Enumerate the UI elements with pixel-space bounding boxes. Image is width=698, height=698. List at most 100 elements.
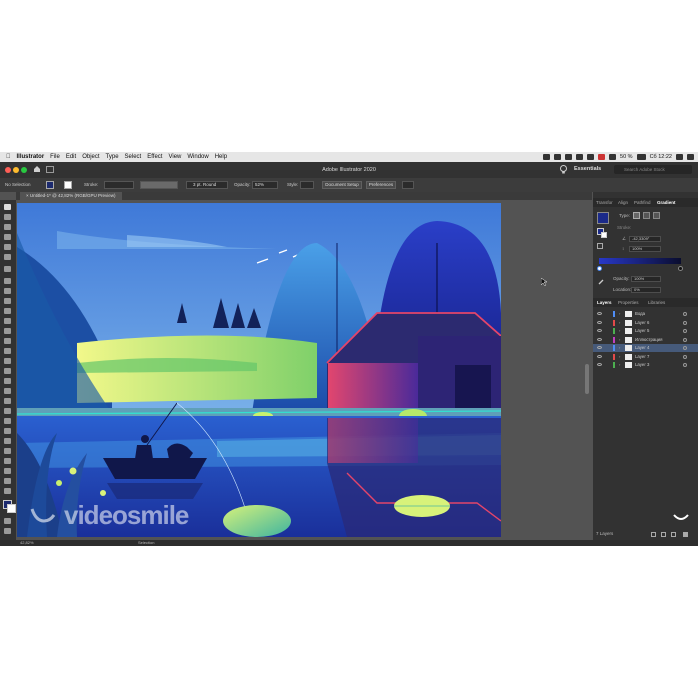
layer-row[interactable]: › Вода: [593, 310, 698, 318]
apple-icon[interactable]: : [6, 154, 11, 160]
brush-icon[interactable]: [4, 298, 11, 304]
menu-help[interactable]: Help: [215, 154, 227, 160]
variable-width-profile[interactable]: [140, 181, 178, 189]
status-icon[interactable]: [554, 154, 562, 160]
brush-definition[interactable]: 3 pt. Round: [186, 181, 228, 189]
visibility-eye-icon[interactable]: [597, 329, 602, 332]
gradient-stop-start[interactable]: [597, 266, 602, 271]
preferences-button[interactable]: Preferences: [366, 181, 396, 189]
stroke-active-swatch[interactable]: [601, 232, 607, 238]
layer-row[interactable]: › Layer 5: [593, 327, 698, 335]
target-circle-icon[interactable]: [683, 354, 687, 359]
zoom-level[interactable]: 42,82%: [20, 540, 34, 545]
search-icon[interactable]: [676, 154, 683, 160]
hand-icon[interactable]: [4, 478, 11, 484]
document-tab[interactable]: × Untitled-1* @ 42,82% (RGB/GPU Preview): [20, 192, 122, 200]
target-circle-icon[interactable]: [683, 346, 687, 350]
layer-row[interactable]: › Layer 4: [593, 344, 698, 352]
tab-transform[interactable]: Transfor: [596, 200, 613, 205]
tab-gradient[interactable]: Gradient: [657, 200, 676, 205]
arrange-icon[interactable]: [402, 181, 414, 189]
visibility-eye-icon[interactable]: [597, 320, 602, 324]
stroke-color-swatch[interactable]: [7, 504, 16, 513]
visibility-eye-icon[interactable]: [597, 337, 602, 341]
stop-location-field[interactable]: 0%: [631, 287, 661, 293]
expand-chevron-icon[interactable]: ›: [619, 362, 620, 367]
menu-window[interactable]: Window: [187, 154, 208, 160]
menu-type[interactable]: Type: [106, 154, 119, 160]
linear-gradient-button[interactable]: [633, 212, 640, 219]
line-segment-icon[interactable]: [4, 278, 11, 284]
layer-row[interactable]: › Layer 3: [593, 361, 698, 369]
mesh-icon[interactable]: [4, 398, 11, 404]
menu-edit[interactable]: Edit: [66, 154, 76, 160]
opacity-field[interactable]: 52%: [252, 181, 278, 189]
menu-app[interactable]: Illustrator: [17, 154, 45, 160]
expand-chevron-icon[interactable]: ›: [619, 345, 620, 350]
expand-chevron-icon[interactable]: ›: [619, 354, 620, 359]
stroke-swatch[interactable]: [64, 181, 72, 189]
magic-wand-icon[interactable]: [4, 224, 11, 230]
clock[interactable]: Сб 12:22: [650, 154, 672, 160]
reverse-gradient-icon[interactable]: [597, 243, 603, 249]
add-sublayer-icon[interactable]: [671, 532, 676, 537]
visibility-eye-icon[interactable]: [597, 354, 602, 358]
graphic-style-picker[interactable]: [300, 181, 314, 189]
layer-row[interactable]: › Иллюстрация: [593, 336, 698, 344]
menu-select[interactable]: Select: [125, 154, 142, 160]
drawing-mode-icon[interactable]: [4, 518, 11, 524]
tab-pathfinder[interactable]: Pathfind: [634, 200, 651, 205]
gradient-stop-end[interactable]: [678, 266, 683, 271]
expand-chevron-icon[interactable]: ›: [619, 337, 620, 342]
symbol-sprayer-icon[interactable]: [4, 438, 11, 444]
volume-icon[interactable]: [587, 154, 595, 160]
perspective-icon[interactable]: [4, 388, 11, 394]
stock-search-input[interactable]: Search Adobe Stock: [614, 165, 692, 174]
rectangle-icon[interactable]: [4, 288, 11, 294]
menu-icon[interactable]: [687, 154, 694, 160]
delete-layer-icon[interactable]: [683, 532, 688, 537]
menu-view[interactable]: View: [168, 154, 181, 160]
target-circle-icon[interactable]: [683, 312, 687, 316]
width-icon[interactable]: [4, 358, 11, 364]
wifi-icon[interactable]: [576, 154, 584, 160]
target-circle-icon[interactable]: [683, 363, 687, 367]
status-icon[interactable]: [609, 154, 617, 160]
pen-icon[interactable]: [4, 244, 11, 250]
battery-icon[interactable]: [636, 154, 646, 160]
status-icon[interactable]: [543, 154, 551, 160]
curvature-icon[interactable]: [4, 254, 11, 260]
workspace-switcher[interactable]: Essentials: [574, 166, 601, 172]
screen-mode-icon[interactable]: [4, 528, 11, 534]
stroke-weight-field[interactable]: [104, 181, 134, 189]
artboard-icon[interactable]: [4, 458, 11, 464]
fill-swatch[interactable]: [46, 181, 54, 189]
vertical-scrollbar[interactable]: [585, 364, 589, 394]
menu-file[interactable]: File: [50, 154, 60, 160]
scale-icon[interactable]: [4, 348, 11, 354]
gradient-preview-swatch[interactable]: [597, 212, 609, 224]
menu-effect[interactable]: Effect: [147, 154, 162, 160]
expand-chevron-icon[interactable]: ›: [619, 328, 620, 333]
column-graph-icon[interactable]: [4, 448, 11, 454]
tab-properties[interactable]: Properties: [618, 300, 639, 305]
expand-chevron-icon[interactable]: ›: [619, 320, 620, 325]
lasso-icon[interactable]: [4, 234, 11, 240]
direct-selection-icon[interactable]: [4, 214, 11, 220]
visibility-eye-icon[interactable]: [597, 363, 602, 366]
gradient-angle-field[interactable]: -42,3309°: [629, 236, 661, 242]
blend-icon[interactable]: [4, 428, 11, 434]
layer-row[interactable]: › Layer 7: [593, 353, 698, 361]
radial-gradient-button[interactable]: [643, 212, 650, 219]
lightbulb-icon[interactable]: [560, 165, 567, 174]
eraser-icon[interactable]: [4, 328, 11, 334]
eyedropper-icon[interactable]: [598, 278, 605, 285]
eyedropper-icon[interactable]: [4, 418, 11, 424]
tab-align[interactable]: Align: [618, 200, 628, 205]
artboard-illustration[interactable]: [17, 203, 501, 537]
visibility-eye-icon[interactable]: [597, 346, 602, 349]
status-icon[interactable]: [565, 154, 573, 160]
tab-layers[interactable]: Layers: [597, 300, 612, 305]
tab-libraries[interactable]: Libraries: [648, 300, 665, 305]
clipping-mask-icon[interactable]: [661, 532, 666, 537]
